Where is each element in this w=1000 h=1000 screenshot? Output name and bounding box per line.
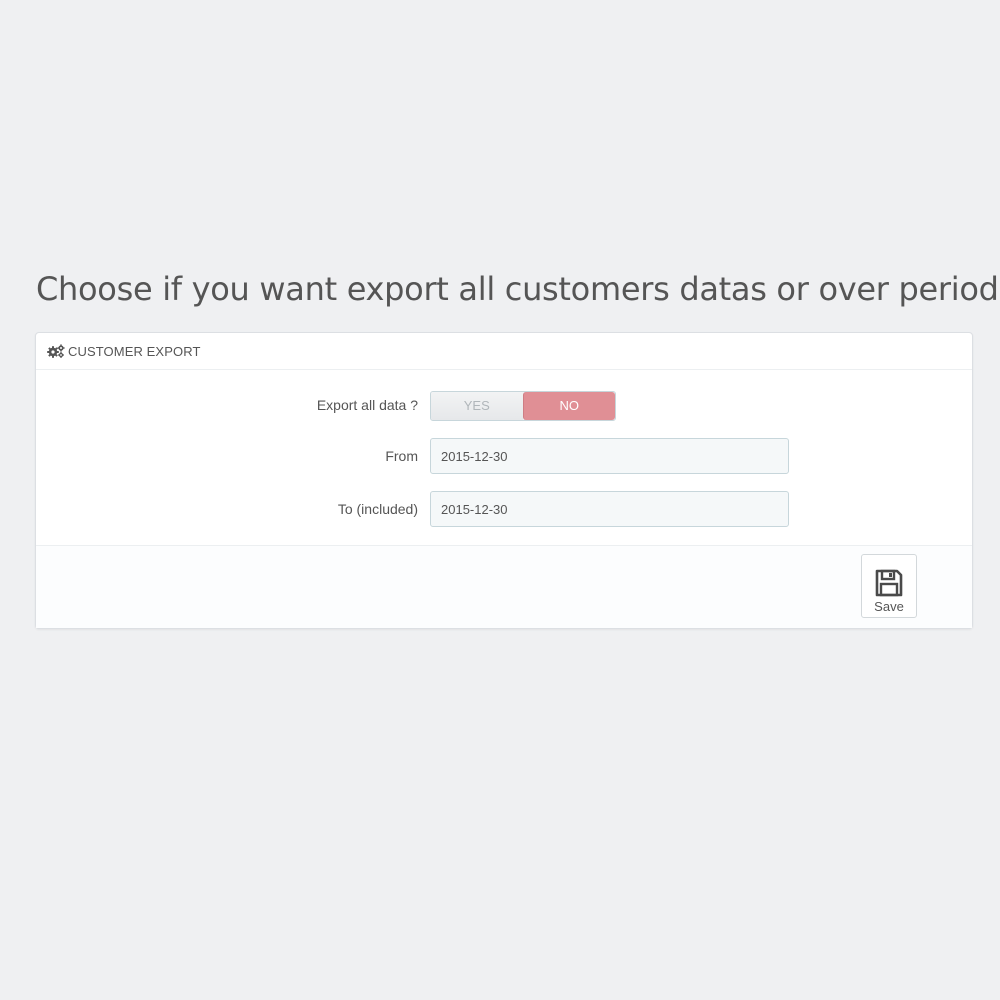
panel-title: CUSTOMER EXPORT xyxy=(68,343,201,359)
export-all-row: Export all data ? YES NO xyxy=(36,387,972,423)
export-all-switch[interactable]: YES NO xyxy=(430,391,616,421)
from-row: From xyxy=(36,438,972,474)
from-label: From xyxy=(385,448,418,464)
page-caption: Choose if you want export all customers … xyxy=(36,270,999,308)
panel-footer: Save xyxy=(36,545,972,628)
to-row: To (included) xyxy=(36,491,972,527)
switch-option-no[interactable]: NO xyxy=(522,392,615,420)
cogs-icon xyxy=(46,343,66,359)
save-button[interactable]: Save xyxy=(861,554,917,618)
export-all-label: Export all data ? xyxy=(316,397,418,413)
customer-export-panel: CUSTOMER EXPORT Export all data ? YES NO… xyxy=(35,332,973,629)
save-icon xyxy=(874,568,904,598)
to-label: To (included) xyxy=(337,501,418,517)
from-date-input[interactable] xyxy=(430,438,789,474)
to-date-input[interactable] xyxy=(430,491,789,527)
save-label: Save xyxy=(874,598,904,614)
panel-heading: CUSTOMER EXPORT xyxy=(36,333,972,370)
switch-option-yes[interactable]: YES xyxy=(431,392,523,420)
